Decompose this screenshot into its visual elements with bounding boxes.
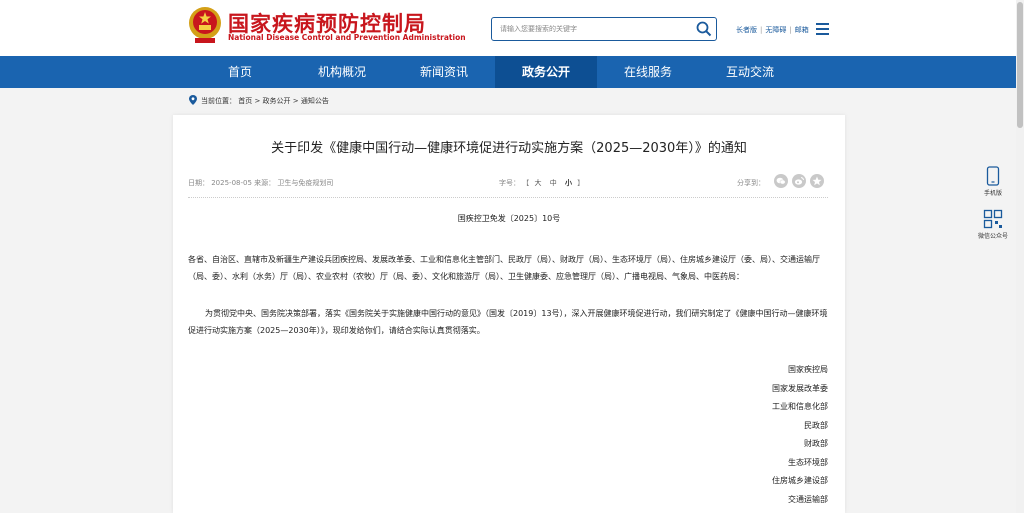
nav-item-news[interactable]: 新闻资讯 bbox=[393, 56, 495, 88]
national-emblem-icon[interactable] bbox=[188, 6, 222, 44]
meta-divider bbox=[188, 197, 828, 198]
qzone-share-icon[interactable] bbox=[810, 174, 824, 188]
page-scrollbar[interactable] bbox=[1016, 0, 1024, 513]
article-card: 关于印发《健康中国行动—健康环境促进行动实施方案（2025—2030年）》的通知… bbox=[173, 115, 845, 513]
elder-mode-link[interactable]: 长者版 bbox=[736, 26, 757, 34]
signers-list: 国家疾控局 国家发展改革委 工业和信息化部 民政部 财政部 生态环境部 住房城乡… bbox=[772, 361, 828, 509]
article-meta: 日期： 2025-08-05 来源： 卫生与免疫规划司 bbox=[188, 179, 334, 187]
font-size-label: 字号： bbox=[499, 179, 520, 187]
mobile-version-label: 手机版 bbox=[983, 190, 1002, 197]
article-title: 关于印发《健康中国行动—健康环境促进行动实施方案（2025—2030年）》的通知 bbox=[271, 141, 747, 156]
signer: 财政部 bbox=[804, 439, 828, 448]
wechat-share-icon[interactable] bbox=[774, 174, 788, 188]
signer: 住房城乡建设部 bbox=[772, 476, 828, 485]
breadcrumb: 当前位置： 首页 > 政务公开 > 通知公告 bbox=[189, 95, 329, 106]
search-icon[interactable] bbox=[695, 20, 713, 38]
search-box bbox=[491, 17, 717, 41]
nav-item-home[interactable]: 首页 bbox=[189, 56, 291, 88]
mobile-version-button[interactable]: 手机版 bbox=[974, 166, 1012, 197]
signer: 民政部 bbox=[804, 420, 828, 430]
accessibility-link[interactable]: 无障碍 bbox=[765, 26, 786, 34]
nav-item-online-services[interactable]: 在线服务 bbox=[597, 56, 699, 88]
font-size-large[interactable]: 大 bbox=[534, 179, 541, 187]
site-logo-subtitle[interactable]: National Disease Control and Prevention … bbox=[228, 33, 466, 42]
nav-item-government-affairs[interactable]: 政务公开 bbox=[495, 56, 597, 88]
qr-code-icon bbox=[983, 209, 1003, 229]
nav-item-interaction[interactable]: 互动交流 bbox=[699, 56, 801, 88]
font-size-bracket-close: 】 bbox=[577, 179, 585, 187]
font-size-small[interactable]: 小 bbox=[565, 179, 572, 187]
font-size-medium[interactable]: 中 bbox=[550, 179, 557, 187]
body-paragraph: 为贯彻党中央、国务院决策部署，落实《国务院关于实施健康中国行动的意见》（国发〔2… bbox=[188, 309, 828, 335]
location-pin-icon bbox=[189, 95, 197, 105]
scrollbar-thumb[interactable] bbox=[1017, 2, 1023, 128]
breadcrumb-text[interactable]: 当前位置： 首页 > 政务公开 > 通知公告 bbox=[201, 97, 329, 105]
site-header: 国家疾病预防控制局 National Disease Control and P… bbox=[0, 0, 1016, 56]
signer: 国家发展改革委 bbox=[772, 383, 828, 393]
signer: 交通运输部 bbox=[788, 494, 828, 504]
document-number: 国疾控卫免发〔2025〕10号 bbox=[457, 214, 561, 223]
top-links: 长者版 | 无障碍 | 邮箱 bbox=[736, 26, 809, 34]
signer: 国家疾控局 bbox=[788, 365, 828, 374]
wechat-account-button[interactable]: 微信公众号 bbox=[974, 209, 1012, 240]
font-size-switcher: 字号： 【 大 中 小 】 bbox=[499, 178, 584, 188]
hamburger-menu-icon[interactable] bbox=[816, 23, 829, 35]
mailbox-link[interactable]: 邮箱 bbox=[795, 26, 809, 34]
signer: 生态环境部 bbox=[788, 457, 828, 467]
wechat-account-label: 微信公众号 bbox=[977, 233, 1008, 240]
weibo-share-icon[interactable] bbox=[792, 174, 806, 188]
nav-item-about[interactable]: 机构概况 bbox=[291, 56, 393, 88]
main-nav: 首页 机构概况 新闻资讯 政务公开 在线服务 互动交流 bbox=[0, 56, 1016, 88]
mobile-phone-icon bbox=[986, 166, 1000, 186]
recipients-paragraph: 各省、自治区、直辖市及新疆生产建设兵团疾控局、发展改革委、工业和信息化主管部门、… bbox=[188, 255, 820, 281]
font-size-bracket-open: 【 bbox=[522, 179, 530, 187]
share-label: 分享到： bbox=[737, 179, 765, 187]
signer: 工业和信息化部 bbox=[772, 402, 828, 411]
search-input[interactable] bbox=[500, 21, 685, 37]
